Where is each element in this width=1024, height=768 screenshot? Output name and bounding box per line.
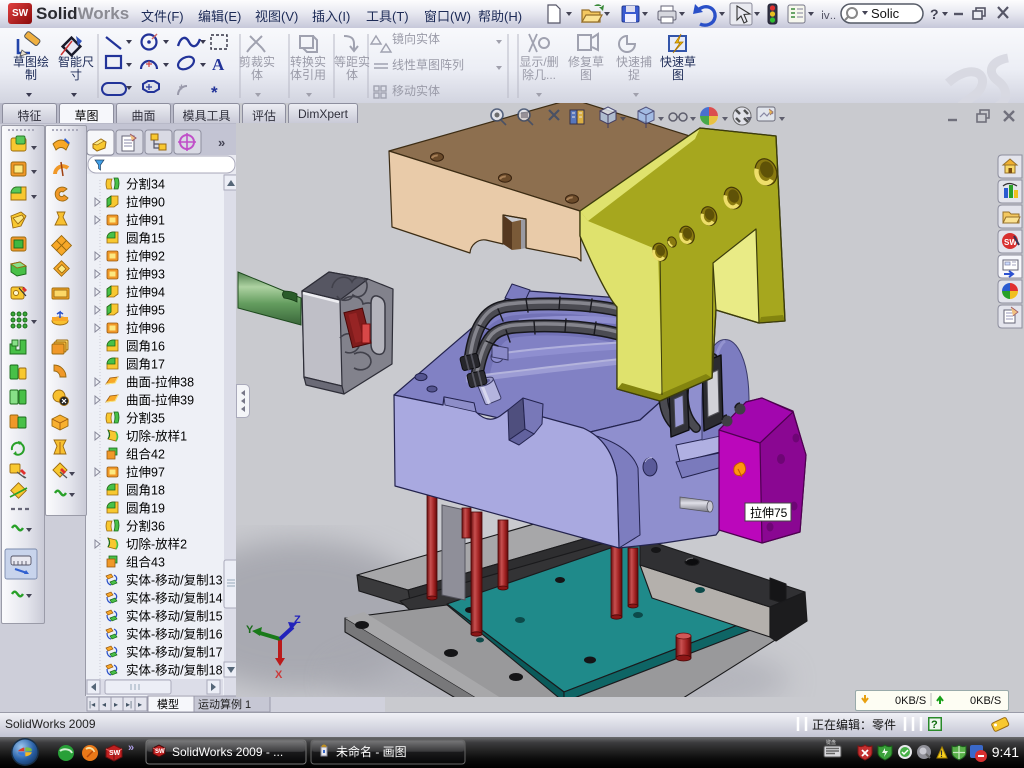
svg-text:0KB/S: 0KB/S	[970, 695, 1001, 707]
svg-text:圆角16: 圆角16	[126, 340, 165, 354]
svg-text:»: »	[128, 742, 134, 754]
svg-text:运动算例 1: 运动算例 1	[198, 697, 251, 711]
svg-text:分割35: 分割35	[126, 411, 165, 426]
svg-text:实体-移动/复制17: 实体-移动/复制17	[126, 645, 223, 660]
svg-text:圆角15: 圆角15	[126, 232, 165, 246]
svg-text:▸|: ▸|	[126, 700, 132, 709]
svg-text:0KB/S: 0KB/S	[895, 695, 926, 707]
svg-text:切除-放样1: 切除-放样1	[126, 429, 187, 444]
svg-text:拉伸97: 拉伸97	[126, 465, 165, 480]
svg-text:ⅳ..: ⅳ..	[821, 10, 836, 22]
svg-text:?: ?	[931, 719, 938, 731]
svg-text:组合42: 组合42	[126, 447, 165, 462]
svg-text:Z: Z	[294, 614, 301, 626]
svg-text:实体-移动/复制14: 实体-移动/复制14	[126, 591, 223, 606]
svg-text:键盘: 键盘	[826, 739, 836, 746]
svg-text:SW: SW	[155, 749, 165, 755]
svg-text:实体-移动/复制15: 实体-移动/复制15	[126, 609, 223, 624]
svg-text:|◂: |◂	[89, 700, 95, 709]
svg-text:实体-移动/复制16: 实体-移动/复制16	[126, 627, 223, 642]
svg-text:拉伸94: 拉伸94	[126, 285, 165, 300]
svg-text:拉伸95: 拉伸95	[126, 303, 165, 318]
svg-text:SolidWorks 2009 - ...: SolidWorks 2009 - ...	[172, 745, 283, 759]
svg-text:▸: ▸	[114, 700, 118, 709]
svg-text:拉伸92: 拉伸92	[126, 249, 165, 264]
svg-text:实体-移动/复制13: 实体-移动/复制13	[126, 573, 223, 588]
svg-text:▸: ▸	[138, 700, 142, 709]
svg-text:A: A	[212, 55, 225, 74]
svg-text:圆角18: 圆角18	[126, 484, 165, 498]
svg-text:拉伸90: 拉伸90	[126, 195, 165, 210]
svg-text:Solic: Solic	[871, 6, 900, 21]
svg-text:拉伸93: 拉伸93	[126, 267, 165, 282]
svg-text:模型: 模型	[157, 697, 179, 711]
svg-text:圆角19: 圆角19	[126, 502, 165, 516]
svg-text:»: »	[218, 135, 225, 150]
svg-text:分割36: 分割36	[126, 519, 165, 534]
svg-text:?: ?	[930, 6, 939, 22]
svg-text:切除-放样2: 切除-放样2	[126, 537, 187, 552]
svg-text:组合43: 组合43	[126, 555, 165, 570]
svg-text:!: !	[940, 749, 943, 759]
svg-text:SW: SW	[109, 750, 121, 757]
svg-text:Y: Y	[246, 624, 254, 636]
svg-text:未命名 - 画图: 未命名 - 画图	[336, 744, 407, 759]
svg-text:圆角17: 圆角17	[126, 358, 165, 372]
svg-text:X: X	[275, 669, 283, 681]
svg-text:拉伸96: 拉伸96	[126, 321, 165, 336]
svg-text:曲面-拉伸39: 曲面-拉伸39	[126, 393, 194, 408]
svg-text:曲面-拉伸38: 曲面-拉伸38	[126, 375, 194, 390]
svg-text:分割34: 分割34	[126, 177, 165, 192]
svg-text:◂: ◂	[102, 700, 106, 709]
svg-text:拉伸91: 拉伸91	[126, 213, 165, 228]
svg-text:拉伸75: 拉伸75	[750, 505, 788, 520]
svg-text:*: *	[211, 83, 218, 102]
svg-text:实体-移动/复制18: 实体-移动/复制18	[126, 663, 223, 678]
svg-text:9:41: 9:41	[992, 744, 1019, 760]
